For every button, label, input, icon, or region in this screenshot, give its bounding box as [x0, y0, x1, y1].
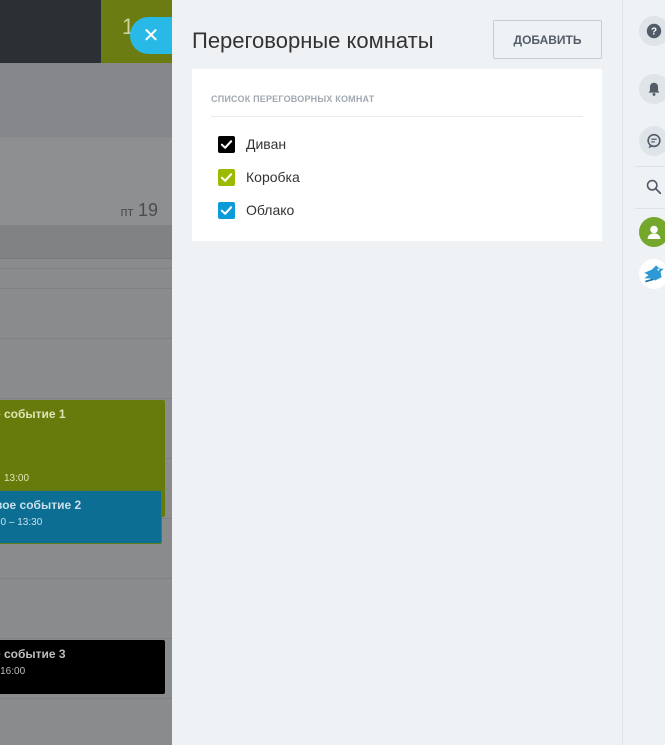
svg-text:?: ? [651, 27, 657, 38]
close-slider-button[interactable]: ✕ [130, 17, 172, 54]
search-icon[interactable] [639, 172, 665, 202]
calendar-background: 1 пт 19 е событие 1 13:00 вое событие 2 … [0, 0, 172, 745]
room-item[interactable]: Облако [218, 201, 294, 219]
rooms-list-card: СПИСОК ПЕРЕГОВОРНЫХ КОМНАТ Диван Коробка… [192, 69, 602, 241]
help-icon[interactable]: ? [639, 16, 665, 46]
event-title: е событие 3 [0, 647, 66, 661]
day-header: пт 19 [121, 200, 158, 221]
page-title: Переговорные комнаты [192, 28, 434, 53]
event-time: - 16:00 [0, 666, 26, 677]
event-title: вое событие 2 [0, 498, 82, 512]
bird-avatar[interactable] [639, 259, 665, 289]
day-number: 19 [137, 200, 158, 220]
calendar-event[interactable]: вое событие 2 30 – 13:30 [0, 490, 162, 544]
rooms-list-header: СПИСОК ПЕРЕГОВОРНЫХ КОМНАТ [211, 94, 375, 104]
room-checkbox[interactable] [218, 168, 235, 186]
all-day-row [0, 225, 172, 259]
room-checkbox[interactable] [218, 135, 235, 153]
notification-bell-icon[interactable] [639, 74, 665, 104]
event-title: е событие 1 [0, 407, 66, 421]
event-time: 13:00 [4, 473, 30, 484]
calendar-event[interactable]: е событие 3 - 16:00 [0, 640, 165, 694]
chat-icon[interactable] [639, 126, 665, 156]
meeting-rooms-slider: Переговорные комнаты ДОБАВИТЬ СПИСОК ПЕР… [172, 0, 622, 745]
weekday-label: пт [120, 204, 134, 219]
add-room-button[interactable]: ДОБАВИТЬ [493, 20, 602, 59]
room-item[interactable]: Коробка [218, 168, 300, 186]
user-avatar[interactable] [639, 217, 665, 247]
event-time: 30 – 13:30 [0, 517, 43, 528]
right-rail: ? [622, 0, 665, 745]
room-item[interactable]: Диван [218, 135, 286, 153]
divider [211, 116, 583, 117]
room-label: Диван [246, 136, 287, 152]
close-icon: ✕ [142, 25, 160, 47]
room-label: Облако [246, 202, 295, 218]
room-label: Коробка [246, 169, 300, 185]
room-checkbox[interactable] [218, 201, 235, 219]
